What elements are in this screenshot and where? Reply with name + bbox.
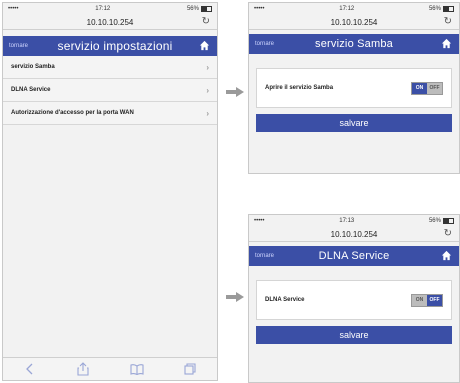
back-button[interactable]: tornare [255, 41, 274, 47]
battery-icon [200, 6, 212, 12]
flow-arrow-icon [226, 292, 244, 302]
flow-arrow-icon [226, 87, 244, 97]
battery-percent: 56% [428, 6, 441, 12]
battery-percent: 56% [186, 6, 199, 12]
toggle-on[interactable]: ON [412, 294, 427, 306]
signal-indicator: ••••• [8, 6, 19, 12]
save-button[interactable]: salvare [256, 326, 452, 344]
chevron-right-icon: › [206, 108, 209, 118]
toggle-off[interactable]: OFF [427, 82, 442, 94]
status-right: 56% [429, 218, 454, 224]
dlna-toggle[interactable]: ON OFF [411, 293, 443, 307]
reload-icon[interactable]: ↻ [202, 16, 210, 27]
back-button[interactable]: tornare [9, 43, 28, 49]
signal-indicator: ••••• [254, 6, 265, 12]
menu-item-samba[interactable]: servizio Samba › [3, 56, 217, 79]
dlna-setting-card: DLNA Service ON OFF [256, 280, 452, 320]
menu-item-label: servizio Samba [11, 64, 55, 70]
menu-item-label: DLNA Service [11, 87, 51, 93]
clock: 17:12 [95, 6, 111, 12]
samba-setting-card: Aprire il servizio Samba ON OFF [256, 68, 452, 108]
nav-bar: tornare DLNA Service [249, 246, 459, 266]
samba-toggle[interactable]: ON OFF [411, 81, 443, 95]
toggle-off[interactable]: OFF [427, 294, 442, 306]
battery-icon [442, 218, 454, 224]
phone-screen-samba: ••••• 17:12 56% 10.10.10.254 ↻ tornare s… [248, 2, 460, 174]
battery-percent: 56% [428, 218, 441, 224]
reload-icon[interactable]: ↻ [444, 228, 452, 239]
home-icon[interactable] [441, 38, 452, 49]
status-bar: ••••• 17:12 56% [3, 3, 217, 15]
address-bar[interactable]: 10.10.10.254 ↻ [3, 15, 217, 30]
status-bar: ••••• 17:12 56% [249, 3, 459, 15]
battery-icon [442, 6, 454, 12]
phone-screen-services: ••••• 17:12 56% 10.10.10.254 ↻ tornare s… [2, 2, 218, 381]
status-bar: ••••• 17:13 56% [249, 215, 459, 227]
url-text: 10.10.10.254 [86, 17, 134, 27]
url-text: 10.10.10.254 [330, 229, 378, 239]
share-icon[interactable] [76, 362, 90, 376]
address-bar[interactable]: 10.10.10.254 ↻ [249, 227, 459, 242]
reload-icon[interactable]: ↻ [444, 16, 452, 27]
phone-screen-dlna: ••••• 17:13 56% 10.10.10.254 ↻ tornare D… [248, 214, 460, 383]
setting-label: Aprire il servizio Samba [265, 85, 334, 91]
menu-item-label: Autorizzazione d'accesso per la porta WA… [11, 110, 134, 116]
service-menu: servizio Samba › DLNA Service › Autorizz… [3, 56, 217, 125]
nav-bar: tornare servizio impostazioni [3, 36, 217, 56]
page-title: servizio Samba [315, 38, 393, 50]
url-text: 10.10.10.254 [330, 17, 378, 27]
clock: 17:13 [339, 218, 355, 224]
toggle-on[interactable]: ON [412, 82, 427, 94]
menu-item-dlna[interactable]: DLNA Service › [3, 79, 217, 102]
menu-item-wan-access[interactable]: Autorizzazione d'accesso per la porta WA… [3, 102, 217, 125]
back-button[interactable]: tornare [255, 253, 274, 259]
browser-toolbar [3, 357, 217, 380]
clock: 17:12 [339, 6, 355, 12]
tabs-icon[interactable] [183, 362, 197, 376]
setting-label: DLNA Service [265, 297, 305, 303]
status-right: 56% [429, 6, 454, 12]
signal-indicator: ••••• [254, 218, 265, 224]
page-title: servizio impostazioni [57, 39, 173, 53]
chevron-right-icon: › [206, 85, 209, 95]
home-icon[interactable] [199, 40, 210, 51]
home-icon[interactable] [441, 250, 452, 261]
chevron-right-icon: › [206, 62, 209, 72]
address-bar[interactable]: 10.10.10.254 ↻ [249, 15, 459, 30]
bookmarks-icon[interactable] [130, 362, 144, 376]
page-title: DLNA Service [318, 250, 390, 262]
nav-bar: tornare servizio Samba [249, 34, 459, 54]
back-arrow-icon[interactable] [23, 362, 37, 376]
status-right: 56% [187, 6, 212, 12]
save-button[interactable]: salvare [256, 114, 452, 132]
